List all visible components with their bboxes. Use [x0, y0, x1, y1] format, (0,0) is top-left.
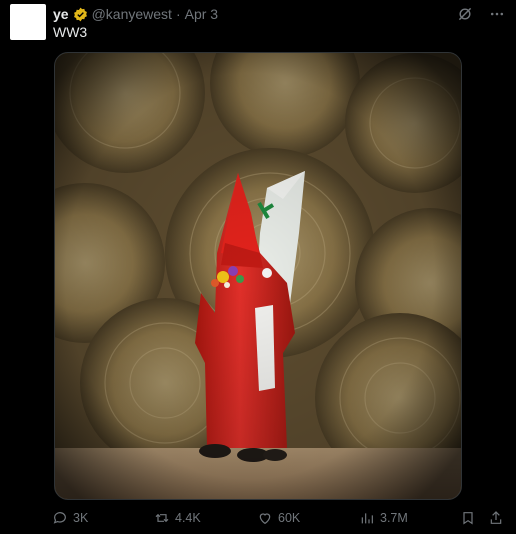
photo-hay-bales-figure: [55, 53, 461, 499]
reply-count: 3K: [73, 511, 89, 525]
share-button[interactable]: [488, 510, 504, 526]
user-handle[interactable]: @kanyewest: [92, 6, 172, 22]
bookmark-button[interactable]: [460, 510, 476, 526]
bookmark-icon: [463, 512, 473, 525]
tweet-top-actions: [456, 5, 506, 23]
more-icon[interactable]: [488, 5, 506, 23]
tweet-header: ye @kanyewest · Apr 3: [53, 4, 218, 24]
retweet-button[interactable]: 4.4K: [154, 510, 201, 526]
tweet-text: WW3: [53, 24, 88, 40]
share-icon: [490, 511, 502, 524]
views-icon: [361, 513, 373, 524]
tweet-actions-bar: 3K 4.4K 60K 3.7M: [52, 508, 504, 528]
views-button[interactable]: 3.7M: [359, 510, 408, 526]
retweet-icon: [155, 513, 169, 523]
tweet-date[interactable]: Apr 3: [185, 6, 218, 22]
separator-dot: ·: [175, 6, 181, 22]
retweet-count: 4.4K: [175, 511, 201, 525]
heart-icon: [259, 513, 271, 525]
view-count: 3.7M: [380, 511, 408, 525]
reply-button[interactable]: 3K: [52, 510, 88, 526]
verified-badge-icon[interactable]: [73, 7, 88, 22]
display-name[interactable]: ye: [53, 6, 69, 22]
grok-icon[interactable]: [456, 5, 474, 23]
like-button[interactable]: 60K: [257, 510, 300, 526]
tweet-photo[interactable]: [54, 52, 462, 500]
avatar[interactable]: [10, 4, 46, 40]
reply-icon: [53, 512, 66, 524]
like-count: 60K: [278, 511, 301, 525]
